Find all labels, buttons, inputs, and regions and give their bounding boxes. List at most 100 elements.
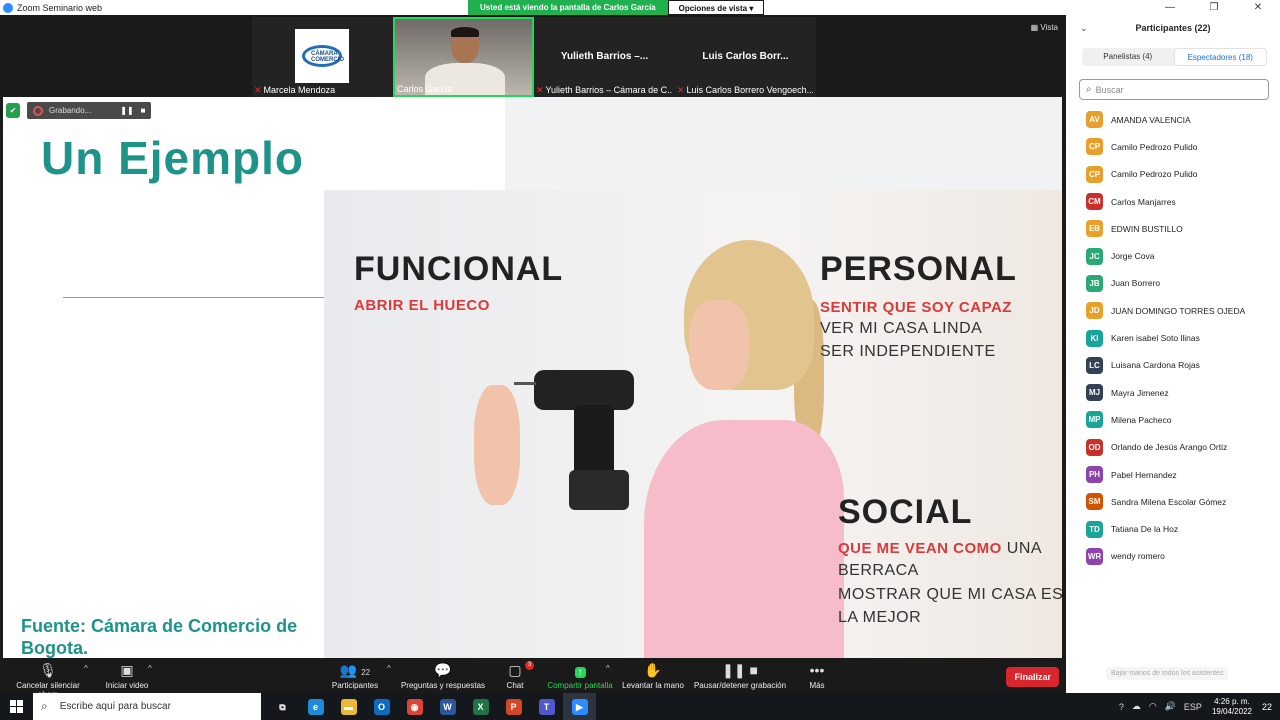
participants-search[interactable]: ⌕ Buscar	[1079, 79, 1269, 100]
maximize-button[interactable]: ❐	[1192, 0, 1236, 15]
start-video-button[interactable]: ▣ Iniciar video	[100, 661, 154, 690]
attendee-row[interactable]: CP Camilo Pedrozo Pulido	[1086, 133, 1276, 160]
security-shield-icon[interactable]: ✔	[6, 103, 20, 118]
share-status-bar: Usted está viendo la pantalla de Carlos …	[468, 0, 765, 15]
video-thumbnails: CÁMARA COMERCIO ✕ Marcela Mendoza Carlos …	[252, 17, 816, 97]
attendee-list: AV AMANDA VALENCIA CP Camilo Pedrozo Pulido…	[1086, 106, 1276, 570]
taskbar-app-zoom[interactable]: ▶	[563, 693, 596, 720]
windows-start-icon[interactable]	[10, 700, 23, 713]
language-indicator[interactable]: ESP	[1184, 702, 1202, 712]
tab-panelists[interactable]: Panelistas (4)	[1082, 48, 1174, 66]
participants-icon: 👥	[339, 662, 362, 678]
avatar: KI	[1086, 329, 1103, 347]
clock[interactable]: 4:26 p. m. 19/04/2022	[1212, 697, 1252, 717]
attendee-row[interactable]: AV AMANDA VALENCIA	[1086, 106, 1276, 133]
notifications-count[interactable]: 22	[1262, 702, 1272, 712]
personal-red-line: SENTIR QUE SOY CAPAZ	[820, 299, 1012, 316]
minimize-button[interactable]: —	[1148, 0, 1192, 15]
chat-button[interactable]: ▢ 3 Chat	[500, 661, 534, 690]
wifi-icon[interactable]: ◠	[1149, 701, 1157, 712]
taskbar-app-file-explorer[interactable]: ▬	[332, 693, 365, 720]
chat-badge: 3	[525, 661, 534, 670]
stop-recording-button[interactable]: ■	[135, 106, 151, 115]
taskbar-app-chrome[interactable]: ◉	[398, 693, 431, 720]
attendee-row[interactable]: MP Milena Pacheco	[1086, 406, 1276, 433]
attendee-name: Luisana Cardona Rojas	[1111, 360, 1200, 371]
funcional-heading: FUNCIONAL	[354, 250, 564, 288]
recording-label: Grabando...	[49, 106, 92, 115]
taskbar-app-outlook[interactable]: O	[365, 693, 398, 720]
outlook-icon: O	[373, 698, 390, 715]
avatar: SM	[1086, 493, 1103, 511]
thumbnail-carlos[interactable]: Carlos García	[393, 17, 534, 97]
taskbar-app-edge[interactable]: e	[299, 693, 332, 720]
system-tray: ? ☁ ◠ 🔊 ESP 4:26 p. m. 19/04/2022 22	[1115, 693, 1280, 720]
participants-button[interactable]: 👥 22 Participantes	[326, 661, 384, 690]
audio-options-chevron-icon[interactable]: ^	[84, 664, 88, 673]
avatar: MP	[1086, 411, 1103, 429]
avatar: JD	[1086, 302, 1103, 320]
attendee-row[interactable]: JC Jorge Cova	[1086, 242, 1276, 269]
thumbnail-luis-carlos[interactable]: Luis Carlos Borr... ✕ Luis Carlos Borrero…	[675, 17, 816, 97]
attendee-row[interactable]: JD JUAN DOMINGO TORRES OJEDA	[1086, 297, 1276, 324]
personal-line: SER INDEPENDIENTE	[820, 343, 996, 360]
attendee-row[interactable]: CP Camilo Pedrozo Pulido	[1086, 161, 1276, 188]
participants-chevron-icon[interactable]: ^	[387, 664, 391, 673]
avatar: TD	[1086, 520, 1103, 538]
volume-icon[interactable]: 🔊	[1165, 701, 1176, 712]
avatar: LC	[1086, 356, 1103, 374]
teams-icon: T	[538, 698, 555, 715]
attendee-row[interactable]: JB Juan Borrero	[1086, 270, 1276, 297]
video-options-chevron-icon[interactable]: ^	[148, 664, 152, 673]
end-meeting-button[interactable]: Finalizar	[1006, 667, 1059, 687]
taskbar-app-powerpoint[interactable]: P	[497, 693, 530, 720]
close-button[interactable]: ✕	[1236, 0, 1280, 15]
cloud-icon[interactable]: ☁	[1132, 701, 1141, 712]
attendee-row[interactable]: PH Pabel Hernandez	[1086, 461, 1276, 488]
windows-taskbar: ⌕ Escribe aquí para buscar ⧉ e ▬ O ◉ W X P T ▶ ? …	[0, 693, 1280, 720]
funcional-line: ABRIR EL HUECO	[354, 297, 490, 314]
attendee-row[interactable]: CM Carlos Manjarres	[1086, 188, 1276, 215]
taskbar-search[interactable]: ⌕ Escribe aquí para buscar	[33, 693, 261, 720]
attendee-name: Pabel Hernandez	[1111, 469, 1177, 480]
attendee-row[interactable]: LC Luisana Cardona Rojas	[1086, 352, 1276, 379]
attendee-name: EDWIN BUSTILLO	[1111, 223, 1183, 234]
avatar: JB	[1086, 274, 1103, 292]
share-options-chevron-icon[interactable]: ^	[606, 664, 610, 673]
attendee-row[interactable]: OD Orlando de Jesús Arango Ortiz	[1086, 434, 1276, 461]
avatar: CP	[1086, 165, 1103, 183]
attendee-row[interactable]: MJ Mayra Jimenez	[1086, 379, 1276, 406]
slide-source: Fuente: Cámara de Comercio de Bogota.	[21, 616, 298, 658]
tab-attendees[interactable]: Espectadores (18)	[1173, 48, 1267, 66]
attendee-name: Camilo Pedrozo Pulido	[1111, 141, 1198, 152]
thumbnail-yulieth[interactable]: Yulieth Barrios –... ✕ Yulieth Barrios – …	[534, 17, 675, 97]
taskbar-app-teams[interactable]: T	[530, 693, 563, 720]
qa-button[interactable]: 💬 Preguntas y respuestas	[400, 661, 486, 690]
taskbar-app-task-view[interactable]: ⧉	[266, 693, 299, 720]
attendee-name: Sandra Milena Escolar Gómez	[1111, 496, 1227, 507]
taskbar-app-word[interactable]: W	[431, 693, 464, 720]
more-dots-icon: •••	[809, 662, 825, 678]
attendee-row[interactable]: KI Karen isabel Soto llinas	[1086, 324, 1276, 351]
view-options-button[interactable]: Opciones de vista ▾	[667, 0, 765, 15]
pause-stop-recording-button[interactable]: ❚❚ ■ Pausar/detener grabación	[692, 661, 788, 690]
search-input[interactable]: Buscar	[1096, 85, 1124, 95]
attendee-row[interactable]: WR wendy romero	[1086, 543, 1276, 570]
attendee-row[interactable]: EB EDWIN BUSTILLO	[1086, 215, 1276, 242]
taskbar-app-excel[interactable]: X	[464, 693, 497, 720]
help-icon[interactable]: ?	[1119, 702, 1124, 712]
gallery-view-button[interactable]: ▦ Vista	[1031, 23, 1058, 32]
meeting-toolbar: 🎙Cancelar silenciar ahora ^ ▣Iniciar vid…	[0, 660, 1066, 699]
more-button[interactable]: ••• Más	[805, 661, 829, 690]
thumbnail-marcela[interactable]: CÁMARA COMERCIO ✕ Marcela Mendoza	[252, 17, 393, 97]
avatar: MJ	[1086, 384, 1103, 402]
raise-hand-button[interactable]: ✋ Levantar la mano	[620, 661, 686, 690]
attendee-name: Camilo Pedrozo Pulido	[1111, 169, 1198, 180]
attendee-row[interactable]: SM Sandra Milena Escolar Gómez	[1086, 488, 1276, 515]
social-red-line: QUE ME VEAN COMO	[838, 540, 1002, 557]
taskbar-search-input[interactable]: Escribe aquí para buscar	[60, 701, 171, 712]
zoom-logo-icon	[3, 2, 13, 13]
lower-all-hands-button[interactable]: Bajar manos de todos los asistentes	[1106, 667, 1229, 680]
attendee-row[interactable]: TD Tatiana De la Hoz	[1086, 515, 1276, 542]
pause-recording-button[interactable]: ❚❚	[119, 106, 135, 115]
